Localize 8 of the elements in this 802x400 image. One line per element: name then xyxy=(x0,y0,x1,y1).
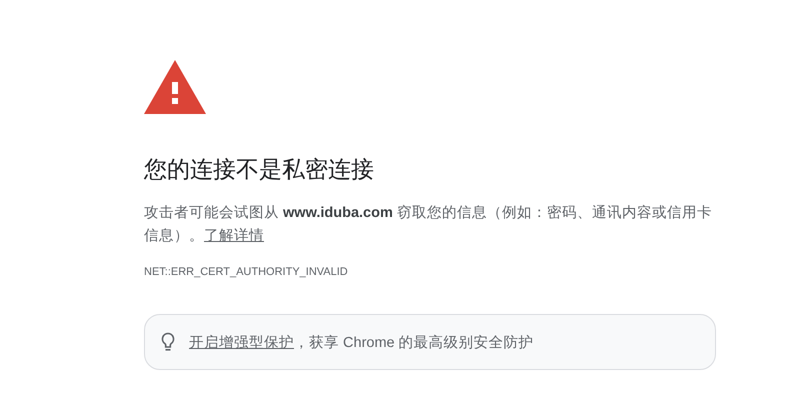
learn-more-link[interactable]: 了解详情 xyxy=(204,228,264,244)
page-title: 您的连接不是私密连接 xyxy=(144,155,375,184)
enhanced-protection-link[interactable]: 开启增强型保护 xyxy=(189,334,294,350)
warning-description: 攻击者可能会试图从 www.iduba.com 窃取您的信息（例如：密码、通讯内容或信用卡信息）。了解详情 xyxy=(144,204,713,246)
lightbulb-icon xyxy=(161,332,175,352)
promo-text: ，获享 Chrome 的最高级别安全防护 xyxy=(294,334,534,350)
warning-icon xyxy=(144,60,206,114)
error-code: NET::ERR_CERT_AUTHORITY_INVALID xyxy=(144,265,349,280)
